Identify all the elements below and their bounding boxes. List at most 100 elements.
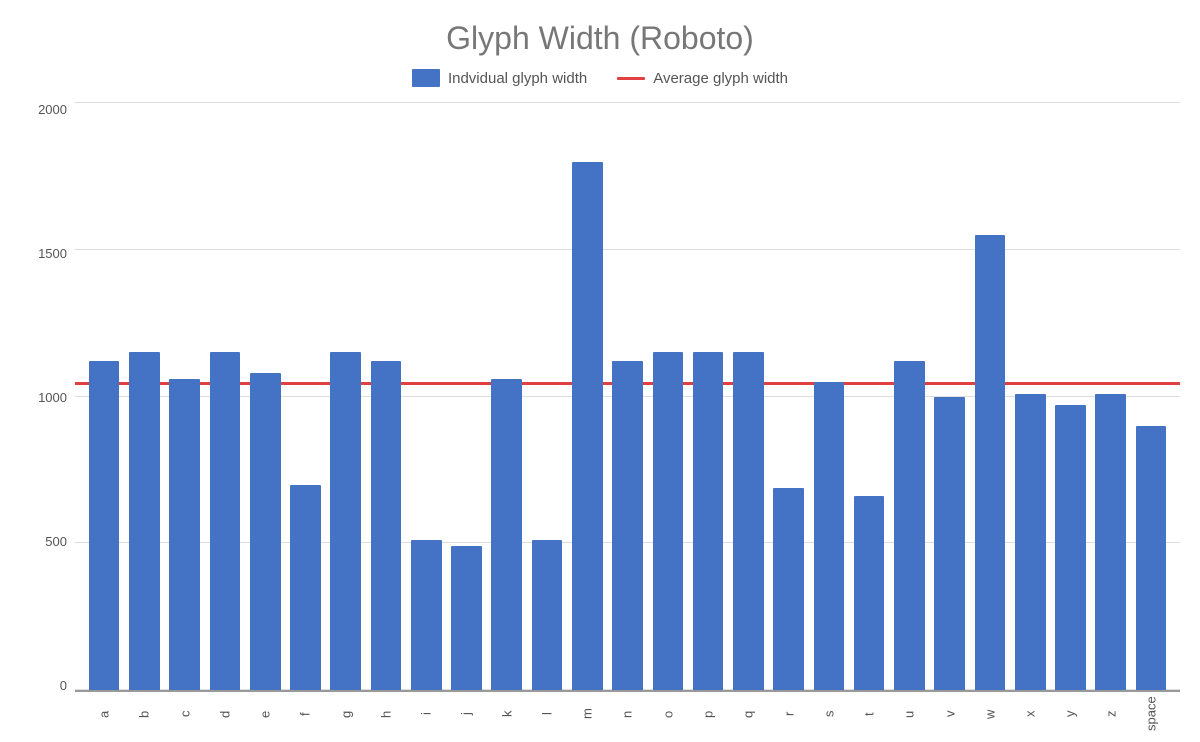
bar-group [125,103,163,690]
x-label: l [528,695,566,733]
bar [411,540,442,690]
bar-group [407,103,445,690]
x-axis: abcdefghijklmnopqrstuvwxyzspace [75,692,1180,732]
bar [854,496,885,690]
bar [1136,426,1167,690]
bar-group [206,103,244,690]
x-label: z [1092,695,1130,733]
x-label: r [770,695,808,733]
x-label: y [1051,695,1089,733]
bar-group [1051,103,1089,690]
x-label: n [608,695,646,733]
chart-title: Glyph Width (Roboto) [446,20,754,57]
bar [290,485,321,690]
x-label: o [649,695,687,733]
bar-group [528,103,566,690]
bar [330,352,361,690]
bar [612,361,643,690]
x-label: u [890,695,928,733]
grid-and-bars [75,103,1180,690]
x-label: k [488,695,526,733]
x-label: space [1132,695,1170,733]
bar [693,352,724,690]
bar-group [1011,103,1049,690]
bar-group [729,103,767,690]
bar [89,361,120,690]
x-label: e [246,695,284,733]
chart-container: Glyph Width (Roboto) Indvidual glyph wid… [0,0,1200,742]
bar [210,352,241,690]
bar [129,352,160,690]
x-label: j [447,695,485,733]
plot-area: abcdefghijklmnopqrstuvwxyzspace [75,103,1180,732]
y-label: 1500 [38,247,67,260]
x-label: b [125,695,163,733]
x-label: i [407,695,445,733]
bar [814,382,845,690]
x-label: v [931,695,969,733]
bar-group [286,103,324,690]
bar-group [246,103,284,690]
bar [491,379,522,690]
bar-group [770,103,808,690]
x-label: d [206,695,244,733]
legend-item-bar: Indvidual glyph width [412,69,587,87]
x-label: m [568,695,606,733]
y-label: 500 [45,535,67,548]
bar-group [85,103,123,690]
bar-group [1132,103,1170,690]
bar-group [810,103,848,690]
bar-group [568,103,606,690]
bar [572,162,603,690]
bar [169,379,200,690]
legend-line-label: Average glyph width [653,70,788,87]
y-label: 1000 [38,391,67,404]
bar [1015,394,1046,690]
x-label: t [850,695,888,733]
bar-group [608,103,646,690]
bar-group [447,103,485,690]
bar-group [367,103,405,690]
chart-area: 0 500 1000 1500 2000 abcdefghijklmnopqrstuvw… [20,103,1180,732]
bar-group [488,103,526,690]
x-label: s [810,695,848,733]
bar [250,373,281,690]
bar-group [689,103,727,690]
bar [371,361,402,690]
legend-item-line: Average glyph width [617,70,788,87]
x-label: w [971,695,1009,733]
bar-group [649,103,687,690]
bars-wrapper [75,103,1180,690]
x-label: x [1011,695,1049,733]
bar [733,352,764,690]
bar [773,488,804,691]
y-axis: 0 500 1000 1500 2000 [20,103,75,732]
legend: Indvidual glyph width Average glyph widt… [412,69,788,87]
x-label: c [166,695,204,733]
bar-group [971,103,1009,690]
y-label: 2000 [38,103,67,116]
bar [653,352,684,690]
bar-group [166,103,204,690]
bar [451,546,482,690]
x-label: h [367,695,405,733]
legend-bar-label: Indvidual glyph width [448,70,587,87]
x-label: a [85,695,123,733]
x-label: p [689,695,727,733]
bar [1055,405,1086,690]
legend-bar-icon [412,69,440,87]
bar [1095,394,1126,690]
bar-group [850,103,888,690]
y-label: 0 [60,679,67,692]
bar [532,540,563,690]
legend-line-icon [617,77,645,80]
bar [975,235,1006,690]
bar [934,397,965,691]
x-label: q [729,695,767,733]
bar-group [931,103,969,690]
bar-group [890,103,928,690]
bar-group [327,103,365,690]
x-label: g [327,695,365,733]
bar [894,361,925,690]
x-label: f [286,695,324,733]
